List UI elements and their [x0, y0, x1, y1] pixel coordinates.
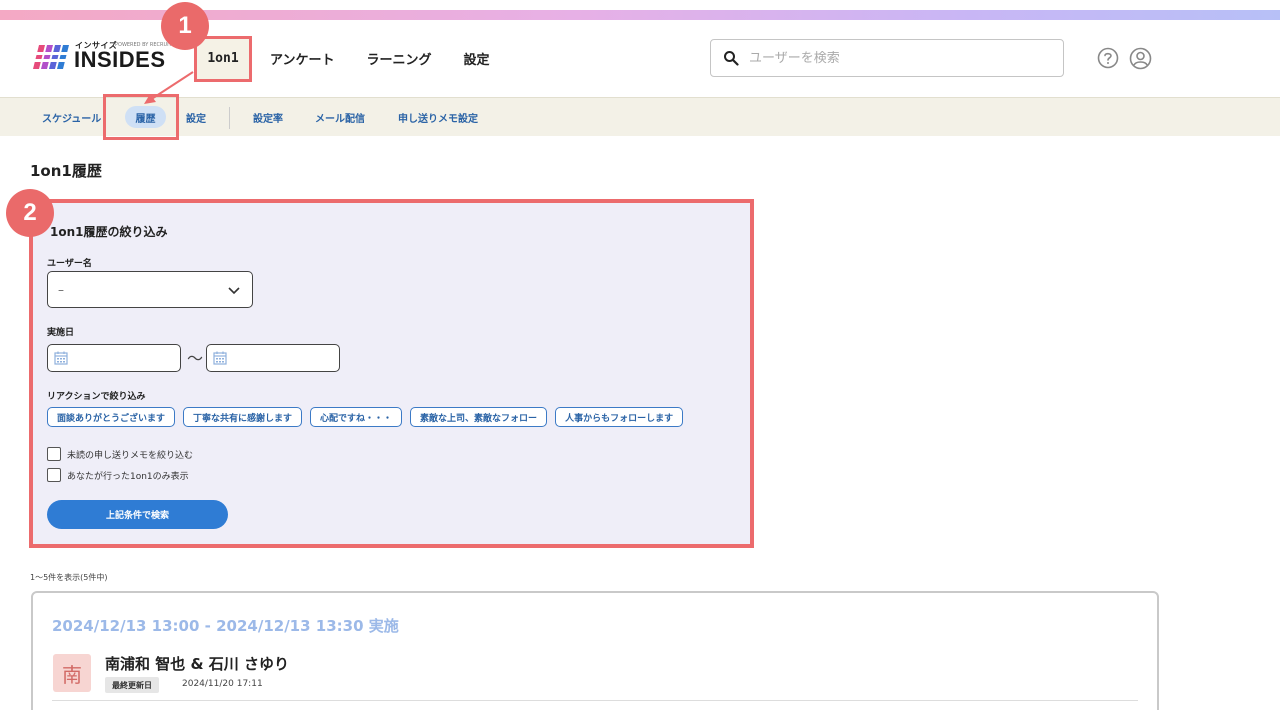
reaction-chips: 面談ありがとうございます 丁寧な共有に感謝します 心配ですね・・・ 素敵な上司、…: [47, 407, 691, 427]
filter-panel: 1on1履歴の絞り込み ユーザー名 – 実施日 〜 リアクションで絞り込み 面談…: [29, 199, 754, 548]
insides-logo[interactable]: インサイズ POWERED BY RECRUIT INSIDES: [33, 40, 172, 74]
subnav-schedule[interactable]: スケジュール: [42, 98, 101, 137]
user-name-label: ユーザー名: [47, 259, 92, 269]
unread-memo-checkbox[interactable]: [47, 447, 61, 461]
callout-badge-1: 1: [161, 2, 209, 50]
reaction-filter-label: リアクションで絞り込み: [47, 392, 146, 402]
date-label: 実施日: [47, 328, 75, 338]
filter-search-button[interactable]: 上記条件で検索: [47, 500, 228, 529]
nav-settings[interactable]: 設定: [464, 49, 490, 68]
reaction-chip[interactable]: 丁寧な共有に感謝します: [183, 407, 303, 427]
user-name-value: –: [58, 282, 64, 297]
user-name-select[interactable]: –: [47, 271, 253, 308]
search-icon: [724, 51, 739, 66]
callout-highlight-history: 履歴: [103, 94, 179, 140]
main-nav: 1on1 アンケート ラーニング 設定: [192, 20, 522, 97]
reaction-chip[interactable]: 素敵な上司、素敵なフォロー: [410, 407, 548, 427]
last-updated-label: 最終更新日: [105, 677, 159, 693]
subnav-history[interactable]: 履歴: [125, 106, 166, 128]
user-search-box[interactable]: [710, 39, 1064, 77]
result-card[interactable]: 2024/12/13 13:00 - 2024/12/13 13:30 実施 南…: [31, 591, 1159, 710]
unread-memo-label: 未読の申し送りメモを絞り込む: [67, 451, 194, 461]
reaction-chip[interactable]: 心配ですね・・・: [310, 407, 403, 427]
filter-title: 1on1履歴の絞り込み: [50, 225, 168, 239]
sub-nav: スケジュール 履歴 設定 設定率 メール配信 申し送りメモ設定: [0, 94, 1280, 140]
own-1on1-checkbox[interactable]: [47, 468, 61, 482]
subnav-divider: [229, 107, 230, 129]
nav-1on1[interactable]: 1on1: [194, 35, 252, 82]
nav-survey[interactable]: アンケート: [270, 49, 334, 68]
reaction-chip[interactable]: 面談ありがとうございます: [47, 407, 176, 427]
calendar-icon: [213, 351, 227, 365]
card-divider: [52, 700, 1138, 701]
last-updated-value: 2024/11/20 17:11: [182, 679, 263, 689]
own-1on1-label: あなたが行った1on1のみ表示: [67, 472, 189, 482]
subnav-mail[interactable]: メール配信: [315, 98, 365, 137]
logo-mark-icon: [33, 45, 69, 69]
session-datetime[interactable]: 2024/12/13 13:00 - 2024/12/13 13:30 実施: [52, 615, 399, 636]
avatar: 南: [53, 654, 91, 692]
help-icon[interactable]: [1097, 47, 1119, 69]
subnav-setting-rate[interactable]: 設定率: [253, 98, 283, 137]
date-range-separator: 〜: [187, 349, 204, 368]
callout-badge-2: 2: [6, 189, 54, 237]
participant-names: 南浦和 智也 & 石川 さゆり: [105, 655, 289, 673]
calendar-icon: [54, 351, 68, 365]
reaction-chip[interactable]: 人事からもフォローします: [555, 407, 684, 427]
nav-learning[interactable]: ラーニング: [366, 49, 431, 68]
date-from-input[interactable]: [47, 344, 181, 372]
user-search-input[interactable]: [749, 50, 1039, 66]
date-to-input[interactable]: [206, 344, 340, 372]
chevron-down-icon: [228, 287, 240, 295]
user-account-icon[interactable]: [1129, 47, 1152, 70]
page-title: 1on1履歴: [30, 162, 102, 180]
logo-wordmark: INSIDES: [74, 47, 166, 72]
subnav-settings[interactable]: 設定: [186, 98, 206, 137]
subnav-memo-settings[interactable]: 申し送りメモ設定: [398, 98, 478, 137]
result-count: 1〜5件を表示(5件中): [30, 573, 108, 582]
